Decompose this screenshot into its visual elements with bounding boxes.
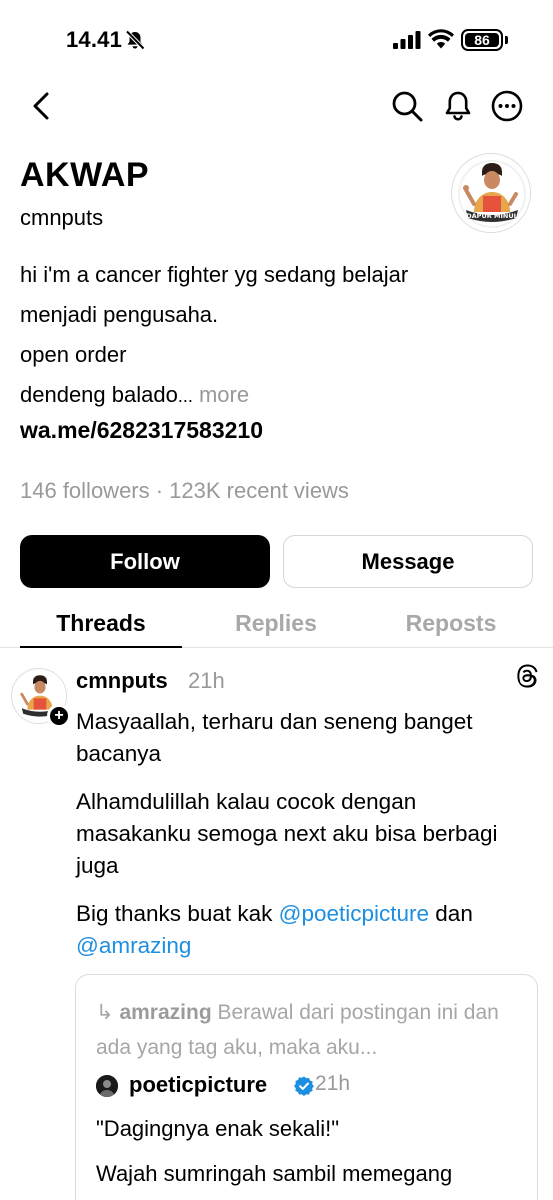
quoted-post-card[interactable]: ↳ amrazing Berawal dari postingan ini da… <box>75 974 538 1200</box>
profile-display-name: AKWAP <box>20 156 150 194</box>
status-bar: 14.41 86 <box>0 0 553 84</box>
bio-line-4: dendeng balado... more <box>20 375 520 415</box>
battery-level: 86 <box>474 32 490 48</box>
bio-more-link[interactable]: more <box>193 382 249 407</box>
bio-line-2: menjadi pengusaha. <box>20 302 219 327</box>
post-paragraph-2: Alhamdulillah kalau cocok dengan masakan… <box>76 789 498 878</box>
cellular-signal-icon <box>393 31 421 49</box>
quote-reply-user[interactable]: amrazing <box>119 1001 211 1024</box>
tab-replies[interactable]: Replies <box>195 610 357 637</box>
post-paragraph-3-mid: dan <box>429 901 473 926</box>
wifi-icon <box>428 29 454 49</box>
profile-tabs: Threads Replies Reposts <box>0 600 553 648</box>
quote-timestamp: 21h <box>315 1072 351 1095</box>
status-time: 14.41 <box>66 27 123 52</box>
threads-logo-icon <box>517 664 538 688</box>
post-timestamp: 21h <box>188 668 225 693</box>
quote-text-1: "Dagingnya enak sekali!" <box>96 1116 340 1141</box>
quote-reply-context: ↳ amrazing Berawal dari postingan ini da… <box>96 995 516 1065</box>
bio-ellipsis: ... <box>177 386 193 406</box>
bio-line-1: hi i'm a cancer fighter yg sedang belaja… <box>20 262 409 287</box>
avatar-caption: DAPUR MINUL <box>466 212 517 220</box>
post-paragraph-3: Big thanks buat kak @poeticpicture dan @… <box>76 898 536 962</box>
mention-poeticpicture[interactable]: @poeticpicture <box>279 901 429 926</box>
more-options-icon[interactable] <box>490 89 524 123</box>
profile-stats[interactable]: 146 followers · 123K recent views <box>20 478 349 504</box>
profile-username: cmnputs <box>20 205 104 230</box>
mention-amrazing[interactable]: @amrazing <box>76 933 191 958</box>
post-paragraph-3-prefix: Big thanks buat kak <box>76 901 279 926</box>
quote-user-avatar[interactable] <box>96 1075 118 1097</box>
follow-plus-icon[interactable]: + <box>47 704 71 728</box>
battery-cap <box>505 36 508 44</box>
profile-link[interactable]: wa.me/6282317583210 <box>20 417 263 444</box>
profile-avatar[interactable]: DAPUR MINUL <box>451 153 531 233</box>
bio-line-3: open order <box>20 342 127 367</box>
quote-text-2: Wajah sumringah sambil memegang <box>96 1161 453 1186</box>
search-icon[interactable] <box>390 89 424 123</box>
post-paragraph-1: Masyaallah, terharu dan seneng banget ba… <box>76 709 473 766</box>
profile-bio: hi i'm a cancer fighter yg sedang belaja… <box>20 255 520 415</box>
verified-badge-icon <box>294 1076 314 1096</box>
tab-reposts[interactable]: Reposts <box>370 610 532 637</box>
reply-arrow-icon: ↳ <box>96 1001 114 1024</box>
back-chevron-icon[interactable] <box>24 88 60 124</box>
bell-slash-icon <box>125 30 145 50</box>
battery-icon: 86 <box>461 29 503 51</box>
follow-button[interactable]: Follow <box>20 535 270 588</box>
chef-logo-image: DAPUR MINUL <box>453 155 530 232</box>
notification-bell-icon[interactable] <box>442 89 474 123</box>
quote-username[interactable]: poeticpicture <box>129 1072 267 1098</box>
bio-line-4-text: dendeng balado <box>20 382 178 407</box>
active-tab-indicator <box>20 646 182 648</box>
post-username[interactable]: cmnputs <box>76 668 168 694</box>
tab-threads[interactable]: Threads <box>20 610 182 637</box>
quote-avatar-image <box>96 1075 118 1097</box>
message-button[interactable]: Message <box>283 535 533 588</box>
